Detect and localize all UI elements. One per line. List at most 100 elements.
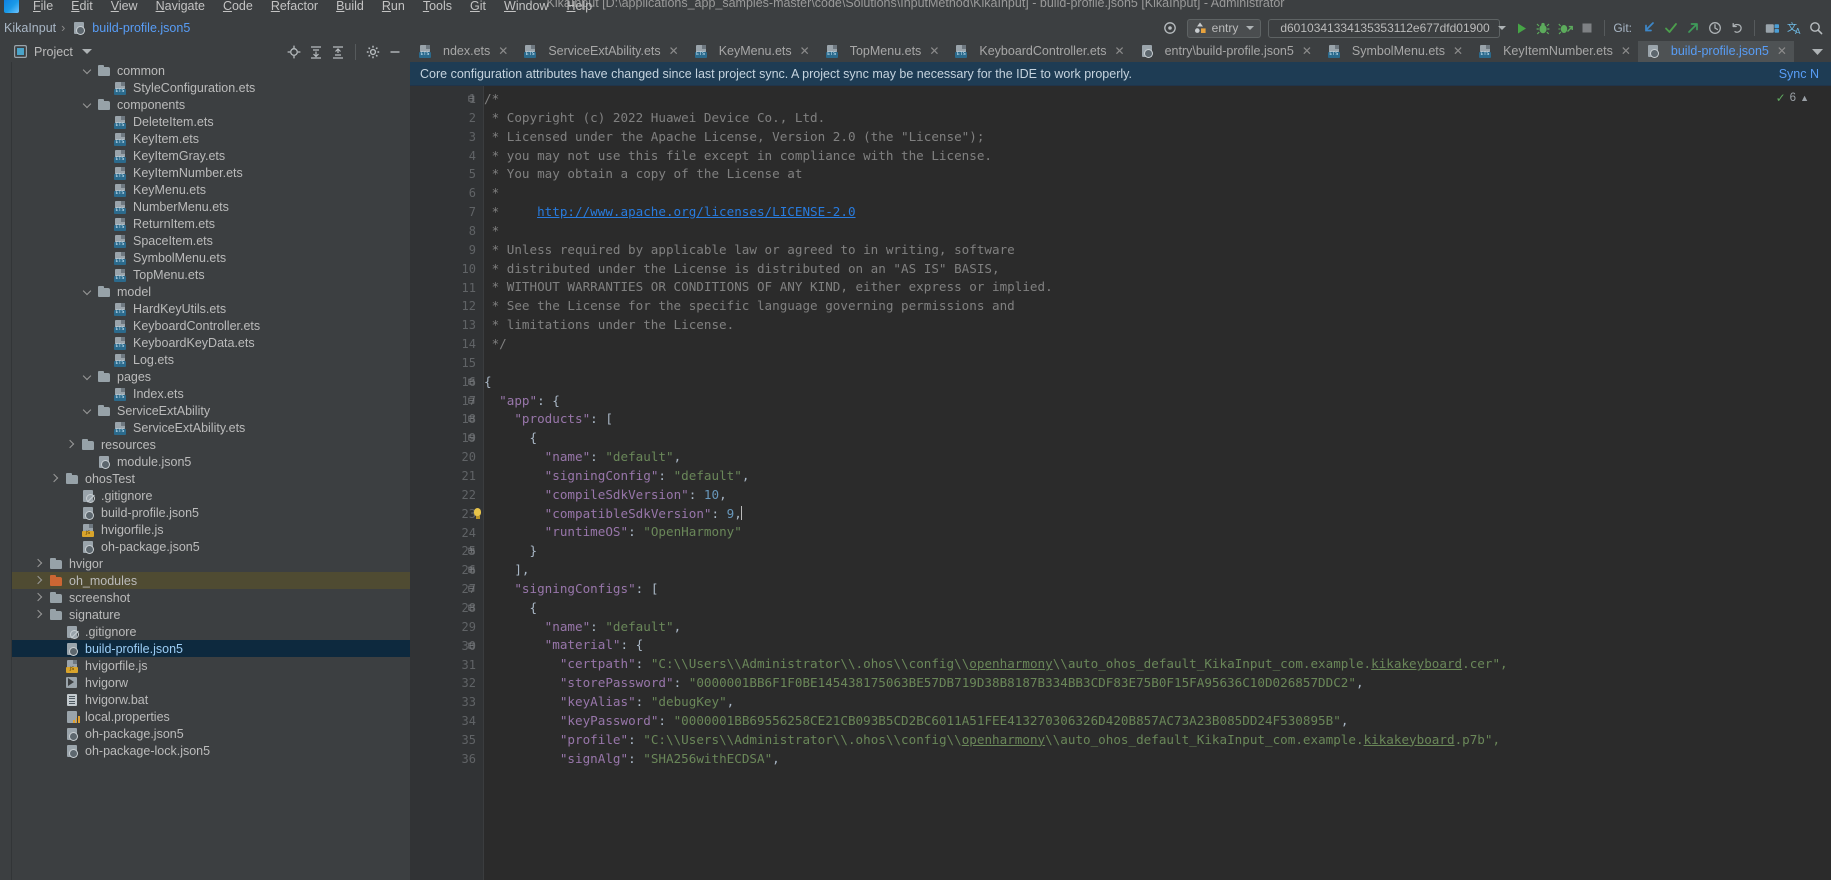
code-line[interactable]: }	[484, 542, 1831, 561]
menu-item-git[interactable]: Git	[461, 0, 495, 16]
fold-collapse-icon[interactable]: ⊟	[468, 429, 475, 448]
tree-item[interactable]: local.properties	[12, 708, 410, 725]
code-line[interactable]: "storePassword": "0000001BB6F1F0BE145438…	[484, 674, 1831, 693]
device-selector[interactable]: d6010341334135353112e677dfd01900	[1268, 18, 1506, 38]
close-icon[interactable]: ✕	[1302, 44, 1312, 58]
chevron-down-icon[interactable]	[81, 48, 92, 55]
editor-tab[interactable]: ETS TopMenu.ets ✕	[817, 41, 947, 62]
code-line[interactable]: *	[484, 184, 1831, 203]
code-line[interactable]: ],	[484, 561, 1831, 580]
menu-item-refactor[interactable]: Refactor	[262, 0, 327, 16]
breadcrumb-project[interactable]: KikaInput	[4, 21, 56, 35]
chevron-up-icon[interactable]: ▲	[1800, 93, 1809, 103]
run-configuration-selector[interactable]: entry	[1186, 18, 1262, 38]
tree-item[interactable]: build-profile.json5	[12, 504, 410, 521]
tree-item[interactable]: oh_modules	[12, 572, 410, 589]
editor-tab[interactable]: ETS SymbolMenu.ets ✕	[1319, 41, 1470, 62]
previewer-icon[interactable]	[1761, 17, 1783, 39]
tree-item[interactable]: oh-package.json5	[12, 538, 410, 555]
editor-tab[interactable]: ETS KeyboardController.ets ✕	[946, 41, 1131, 62]
tree-item[interactable]: hvigorw	[12, 674, 410, 691]
intention-bulb-icon[interactable]	[472, 507, 483, 521]
tree-item[interactable]: build-profile.json5	[12, 640, 410, 657]
tree-item[interactable]: screenshot	[12, 589, 410, 606]
tree-item[interactable]: ETS Index.ets	[12, 385, 410, 402]
rollback-icon[interactable]	[1726, 17, 1748, 39]
code-line[interactable]: *	[484, 222, 1831, 241]
tree-item[interactable]: ETS TopMenu.ets	[12, 266, 410, 283]
code-line[interactable]: "runtimeOS": "OpenHarmony"	[484, 523, 1831, 542]
code-line[interactable]: * limitations under the License.	[484, 316, 1831, 335]
tree-item[interactable]: ETS KeyboardController.ets	[12, 317, 410, 334]
tree-item[interactable]: ETS ReturnItem.ets	[12, 215, 410, 232]
tree-item[interactable]: resources	[12, 436, 410, 453]
commit-icon[interactable]	[1660, 17, 1682, 39]
debug-icon[interactable]	[1532, 17, 1554, 39]
sync-now-link[interactable]: Sync N	[1779, 67, 1819, 81]
menu-item-code[interactable]: Code	[214, 0, 262, 16]
chevron-down-icon[interactable]	[82, 286, 93, 297]
tree-item[interactable]: hvigorw.bat	[12, 691, 410, 708]
code-line[interactable]: * distributed under the License is distr…	[484, 260, 1831, 279]
code-line[interactable]: */	[484, 335, 1831, 354]
code-editor[interactable]: 1 ⊟ 2 3 4 5 6 7 8 9 10 11 12 13 14 15 16 ⊟ 17 ⊟ 18 ⊟ 19 ⊟ 20 21 22…	[410, 86, 1831, 880]
attach-debugger-icon[interactable]	[1554, 17, 1576, 39]
breadcrumb-file[interactable]: build-profile.json5	[92, 21, 190, 35]
collapse-all-icon[interactable]	[327, 41, 349, 63]
fold-collapse-icon[interactable]: ⊟	[468, 599, 475, 618]
code-line[interactable]: "app": {	[484, 392, 1831, 411]
code-line[interactable]: * See the License for the specific langu…	[484, 297, 1831, 316]
chevron-right-icon[interactable]	[34, 609, 45, 620]
locate-icon[interactable]	[283, 41, 305, 63]
code-line[interactable]: {	[484, 599, 1831, 618]
chevron-right-icon[interactable]	[34, 592, 45, 603]
tree-item[interactable]: oh-package.json5	[12, 725, 410, 742]
editor-tab[interactable]: build-profile.json5 ✕	[1637, 41, 1794, 62]
code-line[interactable]: "signingConfigs": [	[484, 580, 1831, 599]
menu-item-edit[interactable]: Edit	[62, 0, 102, 16]
tree-item[interactable]: hvigor	[12, 555, 410, 572]
code-line[interactable]: "profile": "C:\\Users\\Administrator\\.o…	[484, 731, 1831, 750]
code-line[interactable]: * Copyright (c) 2022 Huawei Device Co., …	[484, 109, 1831, 128]
tree-item[interactable]: common	[12, 62, 410, 79]
code-line[interactable]: "compileSdkVersion": 10,	[484, 486, 1831, 505]
editor-tab[interactable]: ETS KeyMenu.ets ✕	[686, 41, 817, 62]
close-icon[interactable]: ✕	[1777, 44, 1787, 58]
code-line[interactable]: "signingConfig": "default",	[484, 467, 1831, 486]
fold-collapse-icon[interactable]: ⊟	[468, 410, 475, 429]
editor-tab[interactable]: entry\build-profile.json5 ✕	[1132, 41, 1319, 62]
editor-tab[interactable]: ETS ServiceExtAbility.ets ✕	[515, 41, 685, 62]
code-line[interactable]	[484, 354, 1831, 373]
tree-item[interactable]: .gitignore	[12, 487, 410, 504]
code-line[interactable]: {	[484, 373, 1831, 392]
tree-item[interactable]: JS hvigorfile.js	[12, 657, 410, 674]
tree-item[interactable]: ETS KeyItem.ets	[12, 130, 410, 147]
tree-item[interactable]: module.json5	[12, 453, 410, 470]
tree-item[interactable]: ETS SpaceItem.ets	[12, 232, 410, 249]
editor-tab[interactable]: ETS ndex.ets ✕	[410, 41, 515, 62]
run-icon[interactable]	[1510, 17, 1532, 39]
tree-item[interactable]: ETS StyleConfiguration.ets	[12, 79, 410, 96]
close-icon[interactable]: ✕	[1621, 44, 1631, 58]
tree-item[interactable]: ETS KeyboardKeyData.ets	[12, 334, 410, 351]
tree-item[interactable]: JS hvigorfile.js	[12, 521, 410, 538]
menu-item-run[interactable]: Run	[373, 0, 414, 16]
tree-item[interactable]: ohosTest	[12, 470, 410, 487]
hide-panel-icon[interactable]	[384, 41, 406, 63]
code-line[interactable]: * WITHOUT WARRANTIES OR CONDITIONS OF AN…	[484, 278, 1831, 297]
code-line[interactable]: "compatibleSdkVersion": 9,	[484, 505, 1831, 524]
tree-item[interactable]: ETS ServiceExtAbility.ets	[12, 419, 410, 436]
translate-icon[interactable]: 文 A	[1783, 17, 1805, 39]
tree-item[interactable]: components	[12, 96, 410, 113]
project-tree[interactable]: common ETS StyleConfiguration.ets component…	[12, 62, 410, 880]
chevron-right-icon[interactable]	[34, 558, 45, 569]
chevron-down-icon[interactable]	[82, 371, 93, 382]
tree-item[interactable]: ETS NumberMenu.ets	[12, 198, 410, 215]
fold-collapse-icon[interactable]: ⊟	[468, 392, 475, 411]
fold-end-icon[interactable]: ⊞	[468, 542, 475, 561]
chevron-right-icon[interactable]	[66, 439, 77, 450]
editor-tab[interactable]: ETS KeyItemNumber.ets ✕	[1470, 41, 1638, 62]
chevron-right-icon[interactable]	[50, 473, 61, 484]
tree-item[interactable]: ETS KeyItemNumber.ets	[12, 164, 410, 181]
inspection-status-widget[interactable]: ✓ 6 ▲	[1776, 91, 1809, 105]
